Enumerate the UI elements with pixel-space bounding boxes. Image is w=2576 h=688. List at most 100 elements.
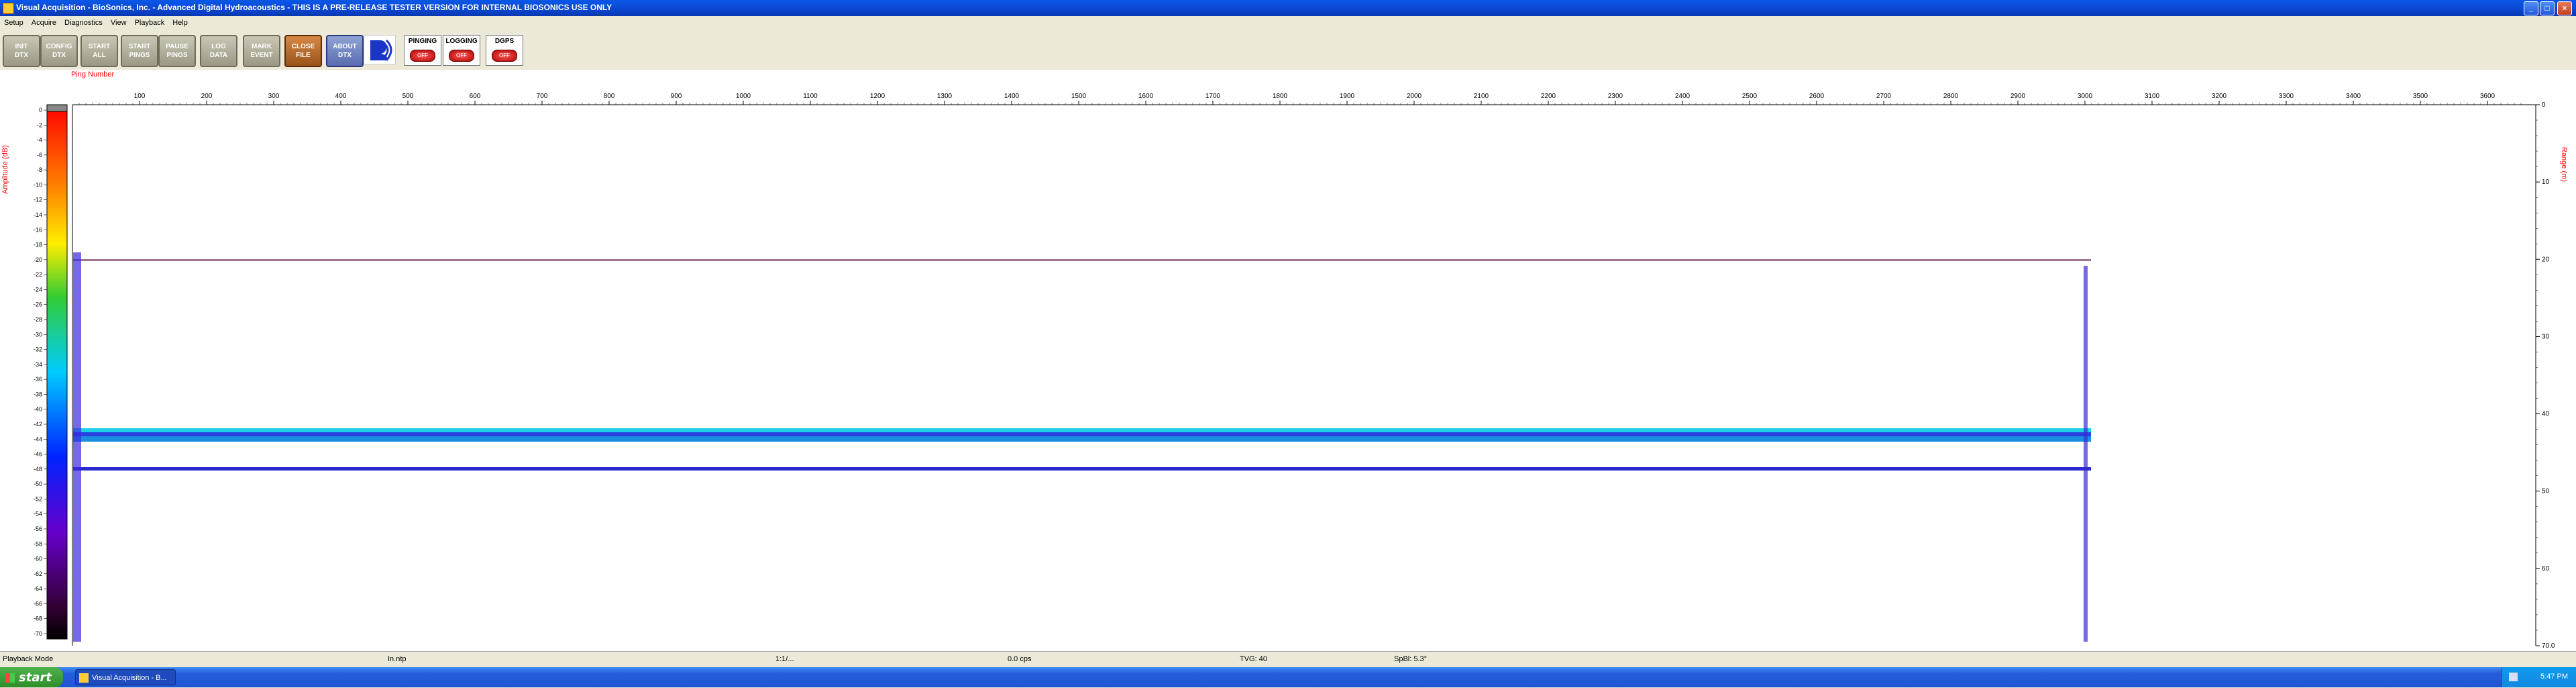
amplitude-tick-label: -68 bbox=[34, 616, 42, 622]
taskbar-item-label: Visual Acquisition - B... bbox=[92, 674, 167, 682]
amplitude-tick-label: -58 bbox=[34, 540, 42, 547]
range-axis-title: Range (m) bbox=[2560, 147, 2568, 182]
config-dtx-button[interactable]: CONFIG DTX bbox=[40, 35, 78, 67]
range-tick-label: 20 bbox=[2542, 256, 2550, 263]
x-tick-label: 3000 bbox=[2078, 93, 2093, 100]
menu-acquire[interactable]: Acquire bbox=[28, 16, 60, 27]
about-dtx-label: ABOUT DTX bbox=[333, 43, 357, 59]
amplitude-axis-title: Amplitude (dB) bbox=[1, 145, 9, 194]
range-tick-label: 60 bbox=[2542, 565, 2550, 573]
amplitude-tick-label: -28 bbox=[34, 316, 42, 323]
dgps-state: OFF bbox=[492, 50, 517, 62]
x-tick-label: 500 bbox=[402, 93, 414, 100]
x-tick-label: 3400 bbox=[2346, 93, 2361, 100]
app-icon[interactable] bbox=[3, 3, 14, 14]
amplitude-tick-label: -2 bbox=[37, 121, 42, 128]
maximize-button[interactable]: □ bbox=[2540, 1, 2555, 15]
x-tick-label: 3600 bbox=[2480, 93, 2496, 100]
amplitude-tick-label: -6 bbox=[37, 152, 42, 158]
start-pings-label: START PINGS bbox=[128, 43, 151, 59]
close-file-button[interactable]: CLOSE FILE bbox=[284, 35, 322, 67]
system-tray: 5:47 PM bbox=[2502, 667, 2576, 687]
echo-sub-bottom bbox=[73, 444, 2091, 471]
minimize-button[interactable]: _ bbox=[2524, 1, 2538, 15]
amplitude-tick-label: -24 bbox=[34, 286, 42, 293]
echo-upper-scatter-blue bbox=[73, 299, 2091, 326]
menu-bar: Setup Acquire Diagnostics View Playback Help bbox=[0, 16, 2576, 30]
x-tick-label: 2300 bbox=[1608, 93, 1623, 100]
range-tick-label: 30 bbox=[2542, 333, 2550, 340]
x-tick-label: 1600 bbox=[1138, 93, 1154, 100]
echo-start-edge bbox=[73, 252, 81, 642]
color-scale-bar bbox=[46, 104, 68, 640]
range-tick-label: 50 bbox=[2542, 488, 2550, 495]
pause-pings-button[interactable]: PAUSE PINGS bbox=[158, 35, 196, 67]
amplitude-tick-label: -14 bbox=[34, 211, 42, 218]
x-tick-label: 2200 bbox=[1541, 93, 1556, 100]
amplitude-tick-label: -64 bbox=[34, 585, 42, 592]
x-tick-label: 1900 bbox=[1340, 93, 1355, 100]
x-tick-label: 3100 bbox=[2145, 93, 2160, 100]
echo-main-layer bbox=[73, 320, 2091, 427]
network-icon[interactable] bbox=[2509, 673, 2518, 681]
menu-playback[interactable]: Playback bbox=[131, 16, 169, 27]
amplitude-tick-label: -26 bbox=[34, 301, 42, 308]
menu-diagnostics[interactable]: Diagnostics bbox=[60, 16, 107, 27]
log-data-button[interactable]: LOG DATA bbox=[200, 35, 237, 67]
x-tick-label: 300 bbox=[268, 93, 280, 100]
amplitude-tick-label: -18 bbox=[34, 242, 42, 248]
amplitude-tick-label: -16 bbox=[34, 226, 42, 233]
start-button[interactable]: start bbox=[0, 667, 63, 687]
amplitude-tick-label: -10 bbox=[34, 181, 42, 188]
echogram-image bbox=[73, 184, 2091, 645]
amplitude-tick-label: -42 bbox=[34, 421, 42, 428]
amplitude-tick-label: -40 bbox=[34, 406, 42, 413]
amplitude-tick-label: -22 bbox=[34, 271, 42, 278]
x-tick-label: 2500 bbox=[1742, 93, 1758, 100]
close-button[interactable]: × bbox=[2557, 1, 2572, 15]
x-tick-label: 1400 bbox=[1004, 93, 1020, 100]
menu-setup[interactable]: Setup bbox=[0, 16, 28, 27]
status-beam: SpBl: 5.3° bbox=[1394, 655, 1428, 663]
status-rate: 0.0 cps bbox=[1008, 655, 1032, 663]
mark-event-label: MARK EVENT bbox=[250, 43, 273, 59]
mark-event-button[interactable]: MARK EVENT bbox=[243, 35, 280, 67]
echo-upper-scatter bbox=[73, 299, 2091, 313]
amplitude-tick-label: -46 bbox=[34, 451, 42, 458]
echogram-panel[interactable]: 100 200 300 400 500 600 700 800 900 1000 1100 1200 1… bbox=[0, 70, 2576, 651]
color-scale-top bbox=[46, 104, 68, 112]
echo-surface-line bbox=[73, 266, 2091, 270]
biosonics-logo-icon bbox=[364, 35, 396, 64]
toolbar: INIT DTX CONFIG DTX START ALL START PING… bbox=[0, 30, 2576, 70]
amplitude-tick-label: -36 bbox=[34, 376, 42, 383]
status-file: In.ntp bbox=[388, 655, 407, 663]
clock: 5:47 PM bbox=[2540, 673, 2568, 681]
start-pings-button[interactable]: START PINGS bbox=[121, 35, 158, 67]
x-tick-label: 2400 bbox=[1675, 93, 1690, 100]
init-dtx-button[interactable]: INIT DTX bbox=[3, 35, 40, 67]
x-tick-label: 600 bbox=[470, 93, 481, 100]
echo-main-layer-dark bbox=[73, 326, 2091, 427]
x-tick-label: 1200 bbox=[870, 93, 885, 100]
x-tick-label: 700 bbox=[537, 93, 548, 100]
dgps-indicator: DGPS OFF bbox=[486, 35, 523, 66]
echo-surface-line-dark bbox=[73, 259, 2091, 261]
taskbar: start Visual Acquisition - B... 5:47 PM bbox=[0, 667, 2576, 687]
about-dtx-button[interactable]: ABOUT DTX bbox=[326, 35, 364, 67]
x-tick-label: 2100 bbox=[1474, 93, 1489, 100]
pinging-state: OFF bbox=[410, 50, 435, 62]
echo-main-layer-core bbox=[73, 366, 2091, 400]
windows-flag-icon bbox=[5, 673, 15, 683]
echo-surface-scatter bbox=[73, 184, 2091, 200]
amplitude-tick-label: -32 bbox=[34, 346, 42, 353]
echogram-svg[interactable]: 100 200 300 400 500 600 700 800 900 1000 1100 1200 1… bbox=[0, 70, 2576, 651]
taskbar-item-visual-acquisition[interactable]: Visual Acquisition - B... bbox=[75, 669, 176, 685]
amplitude-tick-label: -66 bbox=[34, 600, 42, 607]
start-all-button[interactable]: START ALL bbox=[80, 35, 118, 67]
x-axis-title: Ping Number bbox=[71, 70, 115, 79]
pinging-indicator: PINGING OFF bbox=[404, 35, 441, 66]
menu-help[interactable]: Help bbox=[168, 16, 192, 27]
amplitude-tick-label: -60 bbox=[34, 556, 42, 562]
menu-view[interactable]: View bbox=[107, 16, 131, 27]
amplitude-tick-label: -12 bbox=[34, 197, 42, 203]
